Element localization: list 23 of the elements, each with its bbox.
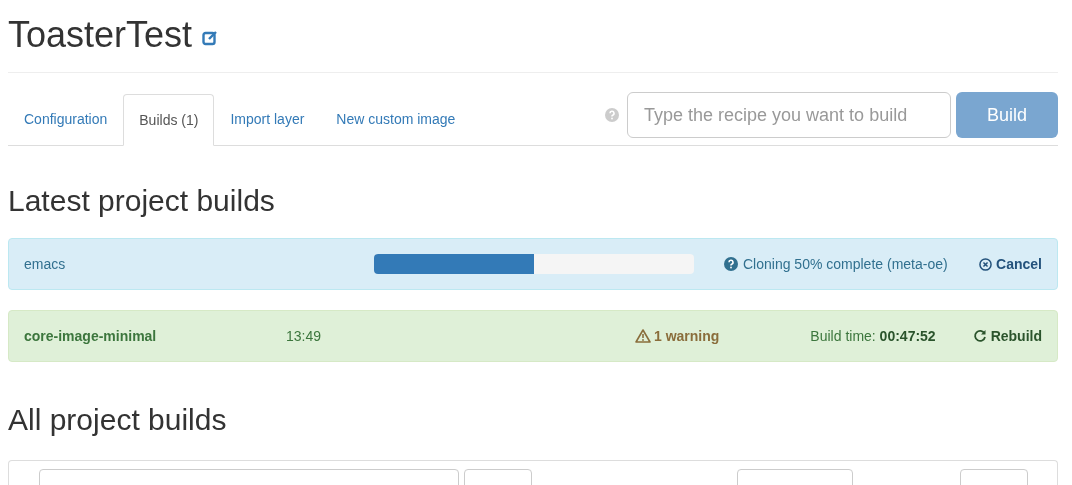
section-heading: All project builds	[8, 405, 228, 435]
close-icon	[979, 257, 993, 271]
help-icon	[724, 257, 738, 271]
refresh-icon	[972, 329, 987, 343]
recipe-name: core-image-minimal	[24, 326, 158, 346]
build-completion-time: 13:49	[286, 326, 323, 346]
rebuild-button[interactable]: Rebuild	[972, 325, 1042, 347]
edit-icon[interactable]	[202, 30, 219, 46]
project-title: ToasterTest	[8, 17, 193, 57]
cancel-button[interactable]: Cancel	[979, 253, 1042, 275]
recipe-name: emacs	[24, 254, 67, 274]
recipe-search-field[interactable]: Type the recipe you want to build	[627, 92, 951, 138]
warnings-link[interactable]: 1 warning	[635, 325, 720, 347]
tab[interactable]: Builds (1)	[123, 94, 215, 146]
tab[interactable]: Configuration	[8, 93, 124, 145]
build-status: Cloning 50% complete (meta-oe)	[743, 254, 948, 274]
section-heading: Latest project builds	[8, 186, 276, 216]
build-button[interactable]: Build	[956, 92, 1058, 138]
tab[interactable]: New custom image	[320, 93, 472, 145]
tab[interactable]: Import layer	[214, 93, 321, 145]
build-time: Build time: 00:47:52	[810, 326, 936, 346]
warning-icon	[635, 329, 651, 343]
help-icon	[605, 108, 619, 122]
